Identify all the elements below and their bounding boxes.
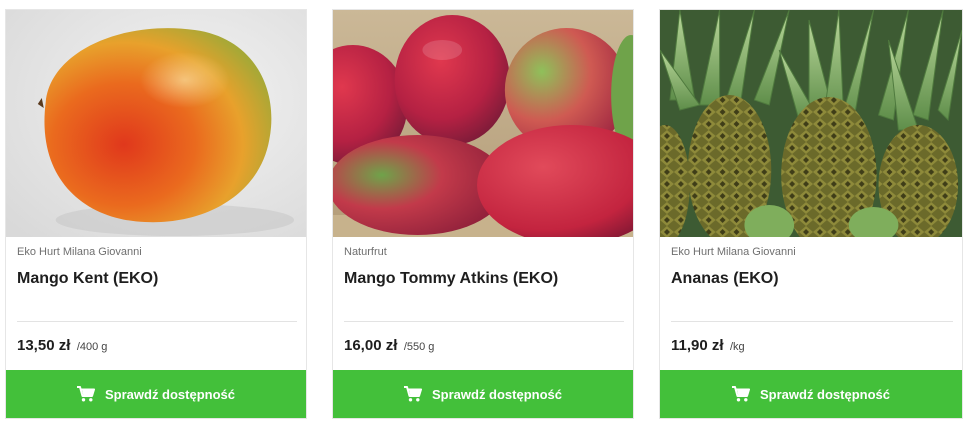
price-unit: /550 g bbox=[403, 341, 435, 353]
product-image-mango-kent[interactable] bbox=[6, 10, 306, 237]
product-image-mango-tommy-atkins[interactable] bbox=[333, 10, 633, 237]
check-availability-button[interactable]: Sprawdź dostępność bbox=[6, 370, 306, 418]
product-card: Eko Hurt Milana Giovanni Ananas (EKO) 11… bbox=[659, 9, 963, 419]
price: 13,50 zł /400 g bbox=[17, 337, 107, 355]
divider bbox=[17, 321, 297, 322]
price-amount: 11,90 zł bbox=[671, 337, 724, 354]
product-image-pineapple[interactable] bbox=[660, 10, 962, 237]
price-unit: /kg bbox=[730, 341, 745, 353]
check-availability-button[interactable]: Sprawdź dostępność bbox=[333, 370, 633, 418]
cart-icon bbox=[76, 386, 95, 402]
product-card: Naturfrut Mango Tommy Atkins (EKO) 16,00… bbox=[332, 9, 634, 419]
seller-name: Eko Hurt Milana Giovanni bbox=[17, 246, 142, 258]
check-availability-label: Sprawdź dostępność bbox=[759, 386, 891, 402]
divider bbox=[671, 321, 953, 322]
seller-name: Naturfrut bbox=[344, 246, 387, 258]
price: 11,90 zł /kg bbox=[671, 337, 745, 355]
product-name[interactable]: Ananas (EKO) bbox=[671, 270, 779, 288]
seller-name: Eko Hurt Milana Giovanni bbox=[671, 246, 796, 258]
check-availability-button[interactable]: Sprawdź dostępność bbox=[660, 370, 962, 418]
product-name[interactable]: Mango Kent (EKO) bbox=[17, 270, 158, 288]
cart-icon bbox=[403, 386, 422, 402]
price-unit: /400 g bbox=[76, 341, 108, 353]
price: 16,00 zł /550 g bbox=[344, 337, 434, 355]
product-card: Eko Hurt Milana Giovanni Mango Kent (EKO… bbox=[5, 9, 307, 419]
price-amount: 13,50 zł bbox=[17, 337, 71, 354]
divider bbox=[344, 321, 624, 322]
price-amount: 16,00 zł bbox=[344, 337, 398, 354]
cart-icon bbox=[731, 386, 750, 402]
product-name[interactable]: Mango Tommy Atkins (EKO) bbox=[344, 270, 558, 288]
check-availability-label: Sprawdź dostępność bbox=[431, 386, 563, 402]
check-availability-label: Sprawdź dostępność bbox=[104, 386, 236, 402]
